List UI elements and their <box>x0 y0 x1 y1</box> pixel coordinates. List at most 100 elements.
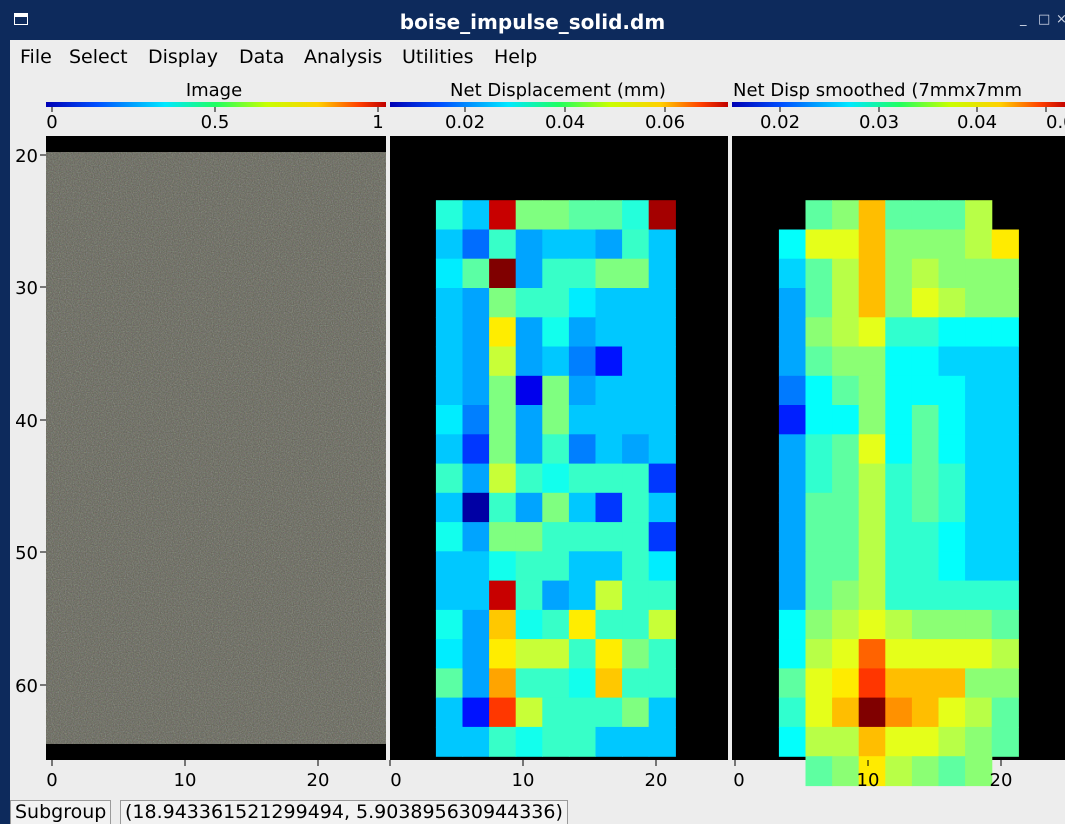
heatmap-cell <box>595 551 623 582</box>
menu-file[interactable]: File <box>20 46 52 68</box>
heatmap-cell <box>568 434 597 465</box>
heatmap-cell <box>648 522 676 552</box>
heatmap-cell <box>832 288 860 318</box>
heatmap-cell <box>911 756 940 787</box>
heatmap-cell <box>595 258 623 289</box>
close-button[interactable]: × <box>1056 12 1065 27</box>
heatmap-cell <box>622 375 650 406</box>
heatmap-cell <box>832 697 860 728</box>
heatmap-cell <box>858 551 886 582</box>
x-tick-label: 10 <box>174 770 197 791</box>
heatmap-cell <box>832 609 860 640</box>
heatmap-cell <box>911 258 940 289</box>
heatmap-cell <box>622 609 650 640</box>
heatmap-cell <box>542 405 570 435</box>
heatmap-cell <box>885 639 913 669</box>
heatmap-cell <box>462 668 490 699</box>
heatmap-cell <box>805 463 833 494</box>
heatmap-cell <box>489 492 517 523</box>
heatmap-cell <box>911 405 940 435</box>
heatmap-cell <box>595 726 623 757</box>
heatmap-cell <box>462 229 490 260</box>
heatmap-cell <box>622 258 650 289</box>
colorbar-tick-label: 0.06 <box>645 112 685 133</box>
heatmap-cell <box>435 346 464 377</box>
minimize-button[interactable]: _ <box>1020 12 1027 27</box>
heatmap-cell <box>778 317 807 348</box>
heatmap-cell <box>622 668 650 699</box>
heatmap-cell <box>462 551 490 582</box>
heatmap-cell <box>435 726 464 757</box>
net-disp-smoothed-heatmap[interactable] <box>778 200 1019 787</box>
menu-select[interactable]: Select <box>69 46 128 68</box>
heatmap-cell <box>911 492 940 523</box>
heatmap-cell <box>648 375 676 406</box>
x-tick-label: 10 <box>512 770 535 791</box>
heatmap-cell <box>648 346 676 377</box>
heatmap-cell <box>938 405 966 435</box>
heatmap-cell <box>911 726 940 757</box>
plot-area[interactable]: Image Net Displacement (mm) Net Disp smo… <box>10 76 1065 796</box>
colorbar-tick-label: 0.02 <box>445 112 485 133</box>
heatmap-cell <box>805 229 833 260</box>
heatmap-cell <box>938 434 966 465</box>
heatmap-cell <box>622 229 650 260</box>
heatmap-cell <box>858 492 886 523</box>
heatmap-cell <box>858 697 886 728</box>
heatmap-cell <box>858 522 886 552</box>
heatmap-cell <box>568 375 597 406</box>
maximize-button[interactable]: □ <box>1038 12 1050 27</box>
heatmap-cell <box>489 317 517 348</box>
heatmap-cell <box>778 434 807 465</box>
menu-display[interactable]: Display <box>148 46 218 68</box>
heatmap-cell <box>832 405 860 435</box>
heatmap-cell <box>991 463 1019 494</box>
heatmap-cell <box>858 288 886 318</box>
heatmap-cell <box>515 346 543 377</box>
heatmap-cell <box>435 434 464 465</box>
speckle-image <box>46 152 386 744</box>
net-displacement-heatmap[interactable] <box>435 200 676 757</box>
heatmap-cell <box>991 639 1019 669</box>
heatmap-cell <box>622 697 650 728</box>
heatmap-cell <box>515 522 543 552</box>
heatmap-cell <box>568 668 597 699</box>
menu-data[interactable]: Data <box>239 46 284 68</box>
heatmap-cell <box>832 639 860 669</box>
heatmap-cell <box>489 551 517 582</box>
status-bar: Subgroup (18.943361521299494, 5.90389563… <box>10 800 1065 824</box>
menu-help[interactable]: Help <box>494 46 537 68</box>
heatmap-cell <box>965 492 993 523</box>
heatmap-cell <box>832 551 860 582</box>
x-tick-label: 10 <box>857 770 880 791</box>
heatmap-cell <box>965 434 993 465</box>
heatmap-cell <box>515 200 543 231</box>
heatmap-cell <box>911 200 940 231</box>
heatmap-cell <box>435 317 464 348</box>
heatmap-cell <box>515 229 543 260</box>
heatmap-cell <box>778 609 807 640</box>
heatmap-cell <box>542 609 570 640</box>
heatmap-cell <box>595 580 623 611</box>
heatmap-cell <box>911 229 940 260</box>
heatmap-cell <box>622 726 650 757</box>
menu-analysis[interactable]: Analysis <box>304 46 382 68</box>
heatmap-cell <box>858 463 886 494</box>
heatmap-cell <box>568 405 597 435</box>
heatmap-cell <box>435 229 464 260</box>
status-coordinates: (18.943361521299494, 5.903895630944336) <box>120 800 568 824</box>
menu-utilities[interactable]: Utilities <box>402 46 474 68</box>
heatmap-cell <box>965 346 993 377</box>
heatmap-cell <box>858 639 886 669</box>
heatmap-cell <box>778 639 807 669</box>
heatmap-cell <box>435 492 464 523</box>
heatmap-cell <box>965 288 993 318</box>
heatmap-cell <box>778 551 807 582</box>
heatmap-cell <box>965 258 993 289</box>
heatmap-cell <box>622 434 650 465</box>
heatmap-cell <box>965 375 993 406</box>
heatmap-cell <box>515 288 543 318</box>
heatmap-cell <box>435 405 464 435</box>
heatmap-cell <box>489 522 517 552</box>
heatmap-cell <box>991 229 1019 260</box>
